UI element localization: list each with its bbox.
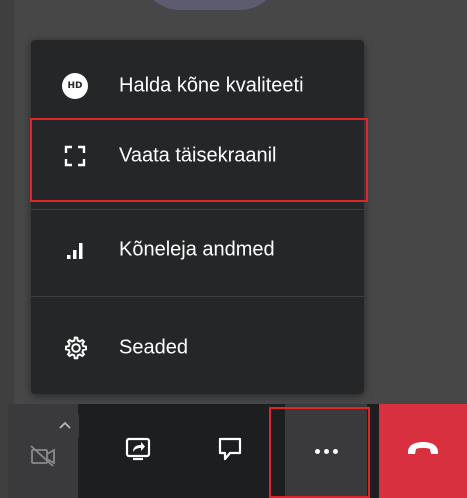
more-dots-icon: [314, 448, 338, 454]
share-screen-icon: [124, 436, 152, 467]
chevron-up-icon: [58, 417, 72, 435]
hd-icon: HD: [58, 69, 92, 103]
menu-item-speaker-info[interactable]: Kõneleja andmed: [31, 214, 364, 286]
gear-icon: [58, 331, 92, 365]
menu-item-label: Vaata täisekraanil: [119, 144, 277, 167]
hang-up-button[interactable]: [379, 404, 467, 498]
signal-bars-icon: [58, 233, 92, 267]
menu-item-label: Seaded: [119, 336, 188, 359]
hd-icon-label: HD: [62, 73, 88, 99]
fullscreen-icon: [58, 139, 92, 173]
share-screen-button[interactable]: [114, 404, 162, 498]
more-options-button[interactable]: [285, 404, 367, 498]
camera-options-button[interactable]: [51, 413, 79, 439]
menu-divider: [31, 296, 364, 297]
menu-divider: [31, 209, 364, 210]
menu-item-label: Halda kõne kvaliteeti: [119, 74, 304, 97]
menu-item-label: Kõneleja andmed: [119, 238, 275, 261]
phone-hangup-icon: [405, 439, 441, 464]
menu-item-manage-call-quality[interactable]: HD Halda kõne kvaliteeti: [31, 50, 364, 122]
menu-item-settings[interactable]: Seaded: [31, 312, 364, 384]
more-options-menu: HD Halda kõne kvaliteeti Vaata täisekraa…: [31, 40, 364, 394]
chat-button[interactable]: [206, 404, 254, 498]
chat-icon: [216, 435, 244, 468]
menu-item-fullscreen[interactable]: Vaata täisekraanil: [31, 120, 364, 192]
